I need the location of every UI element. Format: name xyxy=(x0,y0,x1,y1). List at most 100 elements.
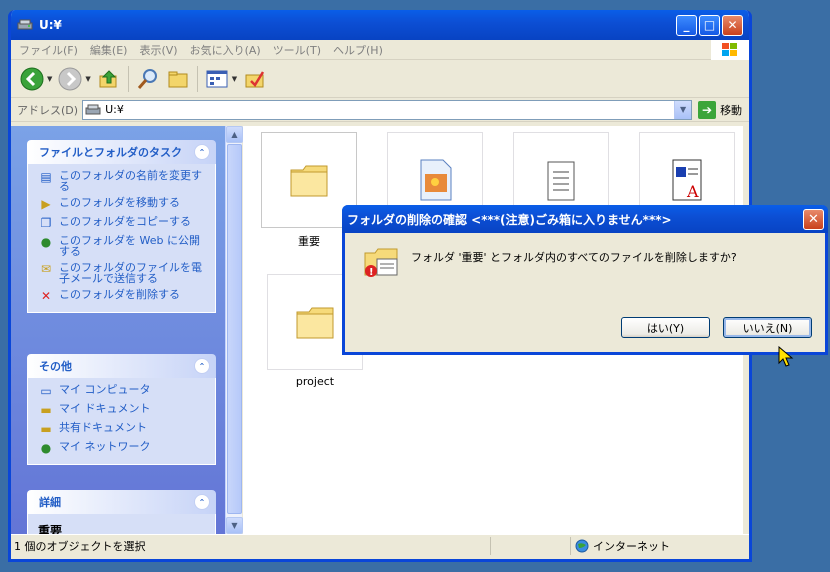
forward-button[interactable] xyxy=(55,64,85,94)
details-header[interactable]: 詳細 ⌃ xyxy=(27,490,216,514)
search-button[interactable] xyxy=(133,64,163,94)
dialog-close-button[interactable]: ✕ xyxy=(803,208,824,230)
delete-icon: ✕ xyxy=(40,288,52,303)
file-tasks-body: ▤ このフォルダの名前を変更する ▶ このフォルダを移動する ❐ このフォルダをコピー… xyxy=(27,164,216,313)
task-label: このフォルダのファイルを電子メールで送信する xyxy=(59,261,202,285)
maximize-button[interactable]: □ xyxy=(699,14,720,36)
folders-button[interactable] xyxy=(163,64,193,94)
svg-text:!: ! xyxy=(369,267,374,278)
folders-icon xyxy=(168,71,188,87)
other-places-panel: その他 ⌃ ▭ マイ コンピュータ ▬ マイ ドキュメント ▬ 共有ドキュメント ● マ… xyxy=(27,354,216,465)
menu-file[interactable]: ファイル(F) xyxy=(19,42,78,58)
documents-icon: ▬ xyxy=(40,402,52,417)
drive-icon xyxy=(17,19,33,30)
task-label: このフォルダの名前を変更する xyxy=(59,169,202,193)
copy-icon: ❐ xyxy=(40,215,52,230)
task-publish-web[interactable]: ● このフォルダを Web に公開する xyxy=(38,235,209,257)
minimize-button[interactable]: _ xyxy=(676,14,697,36)
link-my-network[interactable]: ● マイ ネットワーク xyxy=(38,441,209,455)
menu-bar: ファイル(F) 編集(E) 表示(V) お気に入り(A) ツール(T) ヘルプ(… xyxy=(11,40,749,60)
back-button[interactable] xyxy=(17,64,47,94)
link-label: マイ ドキュメント xyxy=(59,402,151,415)
address-bar: アドレス(D) U:¥ ▼ ➔ 移動 xyxy=(11,98,749,122)
menu-tools[interactable]: ツール(T) xyxy=(273,42,321,58)
drive-icon xyxy=(85,104,101,114)
computer-icon: ▭ xyxy=(40,383,52,398)
globe-icon: ● xyxy=(40,234,52,249)
collapse-icon[interactable]: ⌃ xyxy=(194,358,210,374)
search-icon xyxy=(137,68,157,89)
folder-delete-icon: ! xyxy=(364,248,398,278)
link-label: マイ ネットワーク xyxy=(59,440,151,453)
rename-icon: ▤ xyxy=(40,169,52,184)
dialog-title-bar[interactable]: フォルダの削除の確認 <***(注意)ごみ箱に入りません***> ✕ xyxy=(342,205,828,233)
other-places-title: その他 xyxy=(39,360,72,373)
task-label: このフォルダを Web に公開する xyxy=(59,234,200,258)
file-tasks-title: ファイルとフォルダのタスク xyxy=(39,146,182,159)
views-button[interactable] xyxy=(202,64,232,94)
link-my-computer[interactable]: ▭ マイ コンピュータ xyxy=(38,384,209,398)
details-body: 重要 ファイル フォルダ xyxy=(27,514,216,534)
menu-help[interactable]: ヘルプ(H) xyxy=(333,42,383,58)
no-button[interactable]: いいえ(N) xyxy=(723,317,812,338)
mouse-cursor-icon xyxy=(778,346,794,367)
scroll-down-icon[interactable]: ▼ xyxy=(226,517,243,534)
views-dropdown-icon[interactable]: ▼ xyxy=(232,75,237,83)
link-label: マイ コンピュータ xyxy=(59,383,151,396)
collapse-icon[interactable]: ⌃ xyxy=(194,144,210,160)
status-bar: 1 個のオブジェクトを選択 インターネット xyxy=(11,534,749,556)
go-button[interactable]: ➔ 移動 xyxy=(698,100,743,119)
zone-label: インターネット xyxy=(593,539,670,553)
file-name: project xyxy=(295,375,335,388)
details-name: 重要 xyxy=(38,524,63,534)
back-icon xyxy=(20,67,44,90)
svg-text:A: A xyxy=(686,182,699,201)
menu-favorites[interactable]: お気に入り(A) xyxy=(190,42,261,58)
other-places-header[interactable]: その他 ⌃ xyxy=(27,354,216,378)
scroll-up-icon[interactable]: ▲ xyxy=(226,126,243,143)
task-label: このフォルダを移動する xyxy=(59,196,180,209)
toolbar-separator xyxy=(196,65,198,92)
task-copy[interactable]: ❐ このフォルダをコピーする xyxy=(38,216,209,230)
network-icon: ● xyxy=(40,440,52,455)
task-pane-scrollbar[interactable]: ▲ ▼ xyxy=(225,126,243,534)
go-label: 移動 xyxy=(720,103,743,117)
menu-view[interactable]: 表示(V) xyxy=(139,42,177,58)
windows-logo-icon xyxy=(711,40,749,60)
close-button[interactable]: ✕ xyxy=(722,14,743,36)
address-dropdown-icon[interactable]: ▼ xyxy=(674,100,692,119)
dialog-title: フォルダの削除の確認 <***(注意)ごみ箱に入りません***> xyxy=(347,212,672,227)
status-text: 1 個のオブジェクトを選択 xyxy=(11,536,491,555)
delete-confirm-dialog: フォルダの削除の確認 <***(注意)ごみ箱に入りません***> ✕ ! フォル… xyxy=(342,205,828,355)
dialog-body: ! フォルダ '重要' とフォルダ内のすべてのファイルを削除しますか? はい(Y… xyxy=(345,233,825,349)
up-folder-button[interactable] xyxy=(94,64,124,94)
menu-edit[interactable]: 編集(E) xyxy=(90,42,128,58)
link-shared-documents[interactable]: ▬ 共有ドキュメント xyxy=(38,422,209,436)
shared-folder-icon: ▬ xyxy=(40,421,52,436)
address-label: アドレス(D) xyxy=(17,103,79,117)
collapse-icon[interactable]: ⌃ xyxy=(194,494,210,510)
task-rename[interactable]: ▤ このフォルダの名前を変更する xyxy=(38,170,209,192)
task-email[interactable]: ✉ このフォルダのファイルを電子メールで送信する xyxy=(38,262,209,284)
title-bar[interactable]: U:¥ _ □ ✕ xyxy=(11,10,749,40)
task-move[interactable]: ▶ このフォルダを移動する xyxy=(38,197,209,211)
details-panel: 詳細 ⌃ 重要 ファイル フォルダ xyxy=(27,490,216,534)
link-my-documents[interactable]: ▬ マイ ドキュメント xyxy=(38,403,209,417)
task-label: このフォルダをコピーする xyxy=(59,215,191,228)
window-title: U:¥ xyxy=(39,18,62,32)
details-title: 詳細 xyxy=(39,496,61,509)
file-tasks-header[interactable]: ファイルとフォルダのタスク ⌃ xyxy=(27,140,216,164)
forward-icon xyxy=(58,67,82,90)
other-places-body: ▭ マイ コンピュータ ▬ マイ ドキュメント ▬ 共有ドキュメント ● マイ ネットワ… xyxy=(27,378,216,465)
task-pane: ファイルとフォルダのタスク ⌃ ▤ このフォルダの名前を変更する ▶ このフォルダを… xyxy=(11,126,225,534)
scroll-thumb[interactable] xyxy=(227,144,242,514)
go-arrow-icon: ➔ xyxy=(698,100,717,119)
address-input[interactable]: U:¥ ▼ xyxy=(82,99,693,120)
forward-dropdown-icon[interactable]: ▼ xyxy=(85,75,90,83)
folder-sync-button[interactable] xyxy=(240,64,270,94)
yes-button[interactable]: はい(Y) xyxy=(621,317,710,338)
file-tasks-panel: ファイルとフォルダのタスク ⌃ ▤ このフォルダの名前を変更する ▶ このフォルダを… xyxy=(27,140,216,313)
status-zone: インターネット xyxy=(575,538,670,554)
task-delete[interactable]: ✕ このフォルダを削除する xyxy=(38,289,209,303)
back-dropdown-icon[interactable]: ▼ xyxy=(47,75,52,83)
